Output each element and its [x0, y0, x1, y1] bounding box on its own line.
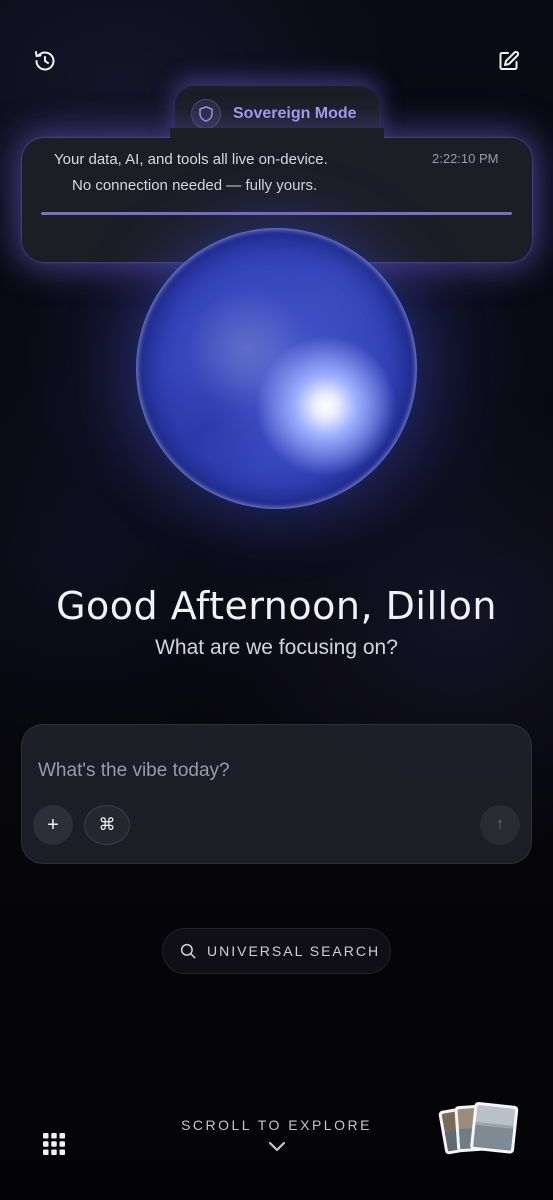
command-button[interactable]: ⌘	[84, 805, 130, 845]
greeting-heading: Good Afternoon, Dillon	[56, 584, 497, 628]
search-icon	[180, 943, 196, 959]
add-attachment-button[interactable]: +	[33, 805, 73, 845]
compose-icon	[499, 50, 520, 70]
plus-icon: +	[47, 813, 59, 836]
greeting-subtitle: What are we focusing on?	[155, 636, 398, 659]
ai-orb[interactable]	[136, 228, 417, 509]
send-button[interactable]: ↑	[480, 805, 520, 845]
sovereign-description-line1: Your data, AI, and tools all live on-dev…	[54, 151, 328, 168]
sovereign-description-line2: No connection needed — fully yours.	[72, 177, 318, 194]
arrow-up-icon: ↑	[496, 816, 504, 833]
history-icon	[35, 51, 55, 71]
sovereign-progress-fill	[41, 212, 512, 215]
history-button[interactable]	[32, 48, 58, 74]
photo-stack-icon[interactable]	[438, 1100, 520, 1160]
chevron-down-icon[interactable]	[267, 1140, 287, 1154]
shield-icon	[199, 106, 213, 122]
shield-icon-badge	[191, 99, 221, 129]
sovereign-progress-bar	[41, 212, 512, 215]
universal-search-label: UNIVERSAL SEARCH	[207, 943, 381, 959]
grid-icon	[43, 1133, 65, 1155]
sovereign-timestamp: 2:22:10 PM	[432, 151, 499, 166]
command-icon: ⌘	[98, 815, 116, 834]
composer-input[interactable]	[38, 757, 498, 785]
sovereign-tab-joint	[170, 128, 384, 146]
universal-search-button[interactable]: UNIVERSAL SEARCH	[162, 928, 391, 974]
sovereign-mode-title: Sovereign Mode	[233, 105, 357, 122]
app-grid-button[interactable]	[43, 1133, 65, 1155]
compose-button[interactable]	[496, 48, 522, 74]
